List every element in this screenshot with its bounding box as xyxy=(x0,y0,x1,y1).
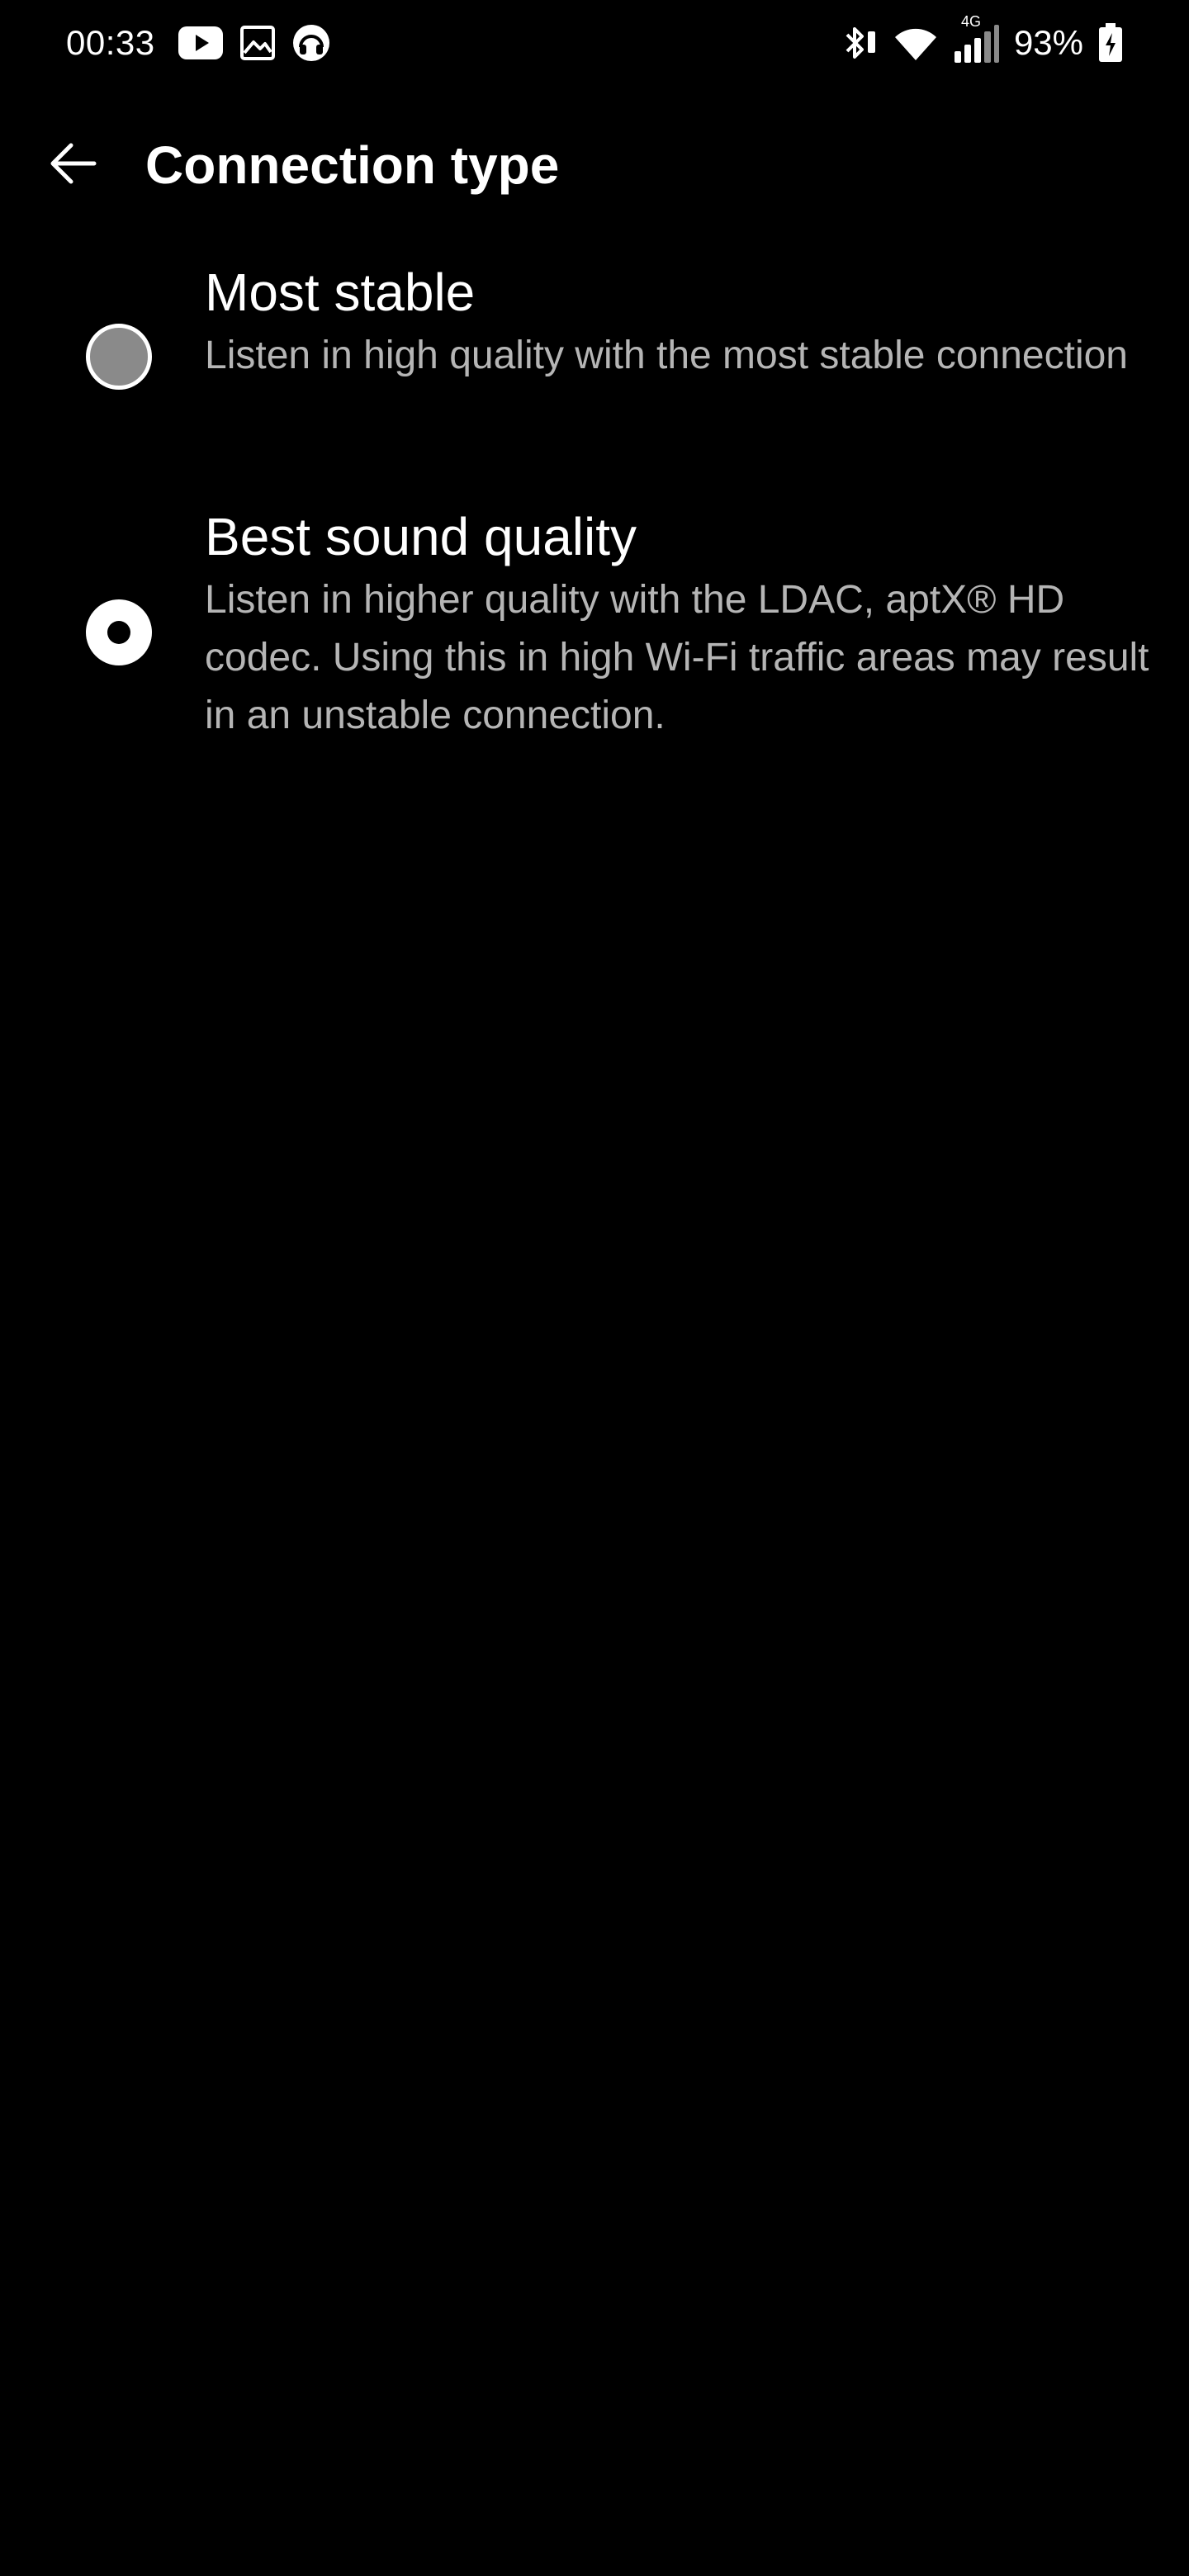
arrow-left-icon xyxy=(46,137,99,194)
status-bar-right: 4G 93% xyxy=(841,13,1123,66)
network-type-label: 4G xyxy=(960,13,981,30)
cellular-signal: 4G xyxy=(953,13,999,64)
option-description: Listen in higher quality with the LDAC, … xyxy=(205,578,1149,737)
battery-percent: 93% xyxy=(1013,23,1083,62)
back-button[interactable] xyxy=(40,132,106,198)
app-bar: Connection type xyxy=(0,116,1189,215)
radio-button-unselected[interactable] xyxy=(86,324,152,390)
option-title: Most stable xyxy=(205,263,476,322)
wifi-icon xyxy=(893,24,938,62)
option-description: Listen in high quality with the most sta… xyxy=(205,334,1128,377)
status-bar-left: 00:33 xyxy=(66,20,330,66)
radio-selected-dot xyxy=(107,621,130,644)
bluetooth-icon xyxy=(841,23,879,63)
youtube-icon xyxy=(178,26,223,59)
page-title: Connection type xyxy=(145,135,560,195)
option-title: Best sound quality xyxy=(205,507,637,566)
gallery-icon xyxy=(239,25,276,61)
radio-button-selected[interactable] xyxy=(86,599,152,665)
battery-charging-icon xyxy=(1098,23,1123,63)
headphones-app-icon xyxy=(292,24,330,62)
option-most-stable[interactable]: Most stable Listen in high quality with … xyxy=(0,248,1189,462)
option-best-sound-quality[interactable]: Best sound quality Listen in higher qual… xyxy=(0,492,1189,765)
status-bar: 00:33 4G 93% xyxy=(0,0,1189,86)
option-text: Most stable Listen in high quality with … xyxy=(205,261,1154,385)
status-time: 00:33 xyxy=(66,23,155,62)
option-text: Best sound quality Listen in higher qual… xyxy=(205,505,1154,745)
